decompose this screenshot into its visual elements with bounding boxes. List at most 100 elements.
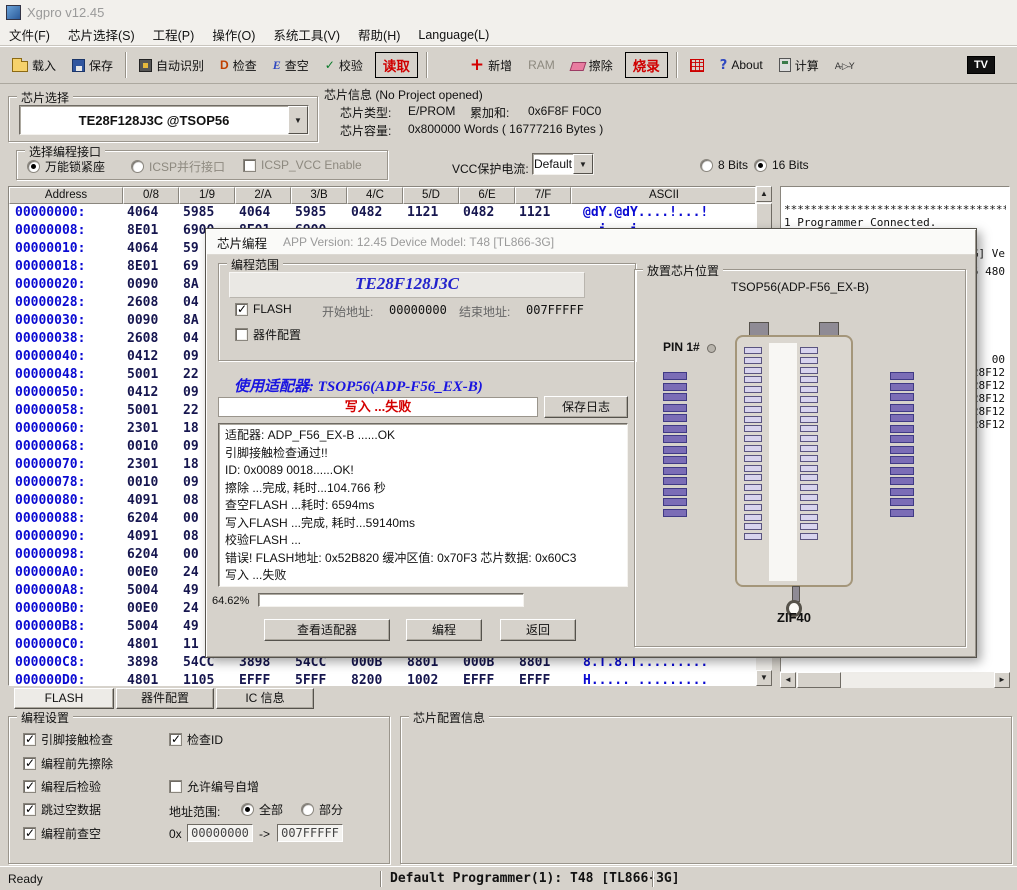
- scroll-left-icon[interactable]: ◄: [780, 672, 796, 688]
- hex-cell[interactable]: 0090: [123, 276, 179, 294]
- hex-cell[interactable]: EFFF: [515, 672, 571, 686]
- hex-cell[interactable]: 00E0: [123, 600, 179, 618]
- auto-identify-button[interactable]: 自动识别: [135, 54, 208, 77]
- hex-cell[interactable]: 8200: [347, 672, 403, 686]
- hex-cell[interactable]: 5001: [123, 402, 179, 420]
- menu-item[interactable]: 工程(P): [144, 22, 204, 47]
- hex-cell[interactable]: 1002: [403, 672, 459, 686]
- hex-cell[interactable]: 4091: [123, 528, 179, 546]
- vcc-current-select[interactable]: Default ▼: [532, 153, 594, 175]
- hex-cell[interactable]: 5985: [291, 204, 347, 222]
- hex-cell[interactable]: 5004: [123, 582, 179, 600]
- hex-cell[interactable]: 2608: [123, 330, 179, 348]
- pin-check-checkbox[interactable]: 引脚接触检查: [23, 731, 113, 748]
- menu-item[interactable]: 帮助(H): [349, 22, 409, 47]
- hex-ascii[interactable]: @dY.@dY....!...!: [571, 204, 756, 222]
- hex-cell[interactable]: EFFF: [459, 672, 515, 686]
- hex-cell[interactable]: 4064: [235, 204, 291, 222]
- chip-combobox[interactable]: TE28F128J3C @TSOP56 ▼: [19, 105, 309, 135]
- hex-cell[interactable]: 1121: [403, 204, 459, 222]
- read-button[interactable]: 读取: [375, 52, 418, 78]
- hex-cell[interactable]: 4801: [123, 636, 179, 654]
- tab-flash[interactable]: FLASH: [14, 688, 114, 709]
- blank-before-checkbox[interactable]: 编程前查空: [23, 825, 101, 842]
- device-config-checkbox[interactable]: 器件配置: [235, 326, 301, 343]
- hex-cell[interactable]: 0010: [123, 438, 179, 456]
- hex-cell[interactable]: 6204: [123, 546, 179, 564]
- scroll-right-icon[interactable]: ►: [994, 672, 1010, 688]
- hex-cell[interactable]: 2301: [123, 456, 179, 474]
- icsp-interface-radio[interactable]: ICSP并行接口: [131, 158, 225, 175]
- hex-ascii[interactable]: H....._.........: [571, 672, 756, 686]
- hex-cell[interactable]: 00E0: [123, 564, 179, 582]
- hex-cell[interactable]: 0412: [123, 384, 179, 402]
- calculator-button[interactable]: 计算: [775, 54, 823, 77]
- ram-button[interactable]: RAM: [524, 55, 559, 75]
- menu-item[interactable]: 文件(F): [0, 22, 59, 47]
- erase-before-checkbox[interactable]: 编程前先擦除: [23, 755, 113, 772]
- range-from-input[interactable]: 00000000: [187, 824, 253, 842]
- icsp-vcc-checkbox[interactable]: ICSP_VCC Enable: [243, 158, 362, 172]
- save-button[interactable]: 保存: [68, 54, 117, 77]
- hex-cell[interactable]: 8E01: [123, 222, 179, 240]
- erase-button[interactable]: 擦除: [567, 54, 617, 77]
- tab-device-config[interactable]: 器件配置: [116, 688, 214, 709]
- hex-cell[interactable]: 1121: [515, 204, 571, 222]
- menu-item[interactable]: 系统工具(V): [264, 22, 349, 47]
- logic-test-button[interactable]: [831, 55, 871, 75]
- hex-cell[interactable]: 6204: [123, 510, 179, 528]
- range-to-input[interactable]: 007FFFFF: [277, 824, 343, 842]
- log-panel-hscrollbar[interactable]: ◄ ►: [780, 672, 1010, 688]
- check-id-button[interactable]: 检查: [216, 54, 261, 77]
- range-all-radio[interactable]: 全部: [241, 801, 283, 818]
- save-log-button[interactable]: 保存日志: [544, 396, 628, 418]
- bits16-radio[interactable]: 16 Bits: [754, 158, 809, 172]
- hex-cell[interactable]: 0482: [459, 204, 515, 222]
- load-button[interactable]: 载入: [8, 54, 60, 77]
- hex-cell[interactable]: 5004: [123, 618, 179, 636]
- back-button[interactable]: 返回: [500, 619, 576, 641]
- range-partial-radio[interactable]: 部分: [301, 801, 343, 818]
- verify-button[interactable]: 校验: [321, 54, 367, 77]
- serial-increment-checkbox[interactable]: 允许编号自增: [169, 778, 259, 795]
- hex-cell[interactable]: 0010: [123, 474, 179, 492]
- menu-item[interactable]: Language(L): [409, 25, 498, 45]
- chip-combobox-arrow[interactable]: ▼: [288, 106, 308, 134]
- hex-cell[interactable]: 5985: [179, 204, 235, 222]
- hex-cell[interactable]: 0090: [123, 312, 179, 330]
- hex-cell[interactable]: 5001: [123, 366, 179, 384]
- hex-cell[interactable]: 2301: [123, 420, 179, 438]
- add-button[interactable]: 新增: [466, 54, 516, 77]
- view-adapter-button[interactable]: 查看适配器: [264, 619, 390, 641]
- multi-program-button[interactable]: [686, 56, 708, 75]
- hex-cell[interactable]: 0412: [123, 348, 179, 366]
- hex-cell[interactable]: 4064: [123, 240, 179, 258]
- check-id-checkbox[interactable]: 检查ID: [169, 731, 223, 748]
- hex-cell[interactable]: 3898: [123, 654, 179, 672]
- burn-button[interactable]: 烧录: [625, 52, 668, 78]
- blank-check-button[interactable]: 查空: [269, 54, 313, 77]
- hex-cell[interactable]: 4801: [123, 672, 179, 686]
- skip-blank-checkbox[interactable]: 跳过空数据: [23, 801, 101, 818]
- hex-cell[interactable]: 2608: [123, 294, 179, 312]
- menu-item[interactable]: 芯片选择(S): [59, 22, 144, 47]
- menu-item[interactable]: 操作(O): [203, 22, 264, 47]
- tab-ic-info[interactable]: IC 信息: [216, 688, 314, 709]
- about-button[interactable]: About: [716, 55, 767, 75]
- hex-cell[interactable]: 4064: [123, 204, 179, 222]
- chevron-down-icon[interactable]: ▼: [573, 154, 593, 174]
- bits8-radio[interactable]: 8 Bits: [700, 158, 748, 172]
- scroll-down-icon[interactable]: ▼: [756, 670, 772, 686]
- hex-cell[interactable]: 1105: [179, 672, 235, 686]
- tv-button[interactable]: TV: [967, 56, 995, 74]
- hex-cell[interactable]: 4091: [123, 492, 179, 510]
- hex-cell[interactable]: EFFF: [235, 672, 291, 686]
- verify-after-checkbox[interactable]: 编程后检验: [23, 778, 101, 795]
- hex-cell[interactable]: 5FFF: [291, 672, 347, 686]
- scroll-up-icon[interactable]: ▲: [756, 186, 772, 202]
- flash-checkbox[interactable]: FLASH: [235, 302, 292, 316]
- scrollbar-thumb[interactable]: [797, 672, 841, 688]
- hex-cell[interactable]: 0482: [347, 204, 403, 222]
- hex-cell[interactable]: 8E01: [123, 258, 179, 276]
- program-button[interactable]: 编程: [406, 619, 482, 641]
